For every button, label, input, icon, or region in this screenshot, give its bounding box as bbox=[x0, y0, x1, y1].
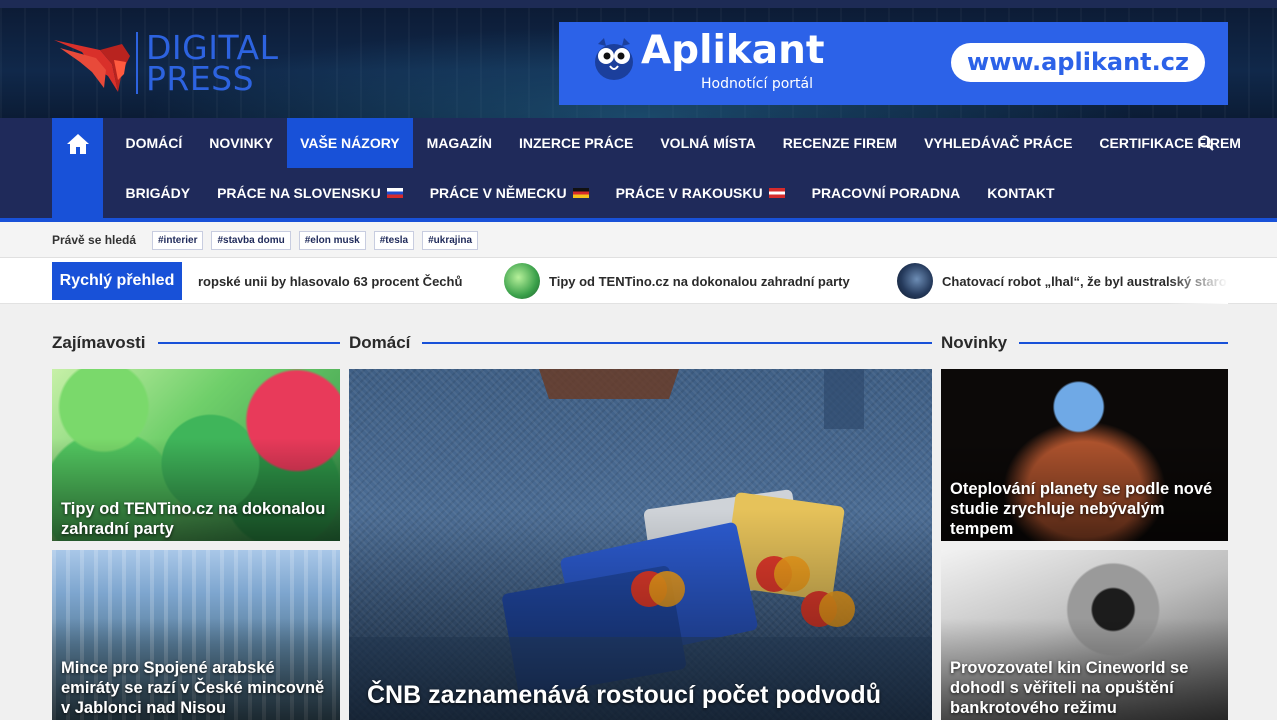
austria-flag-icon bbox=[768, 188, 785, 198]
trending-bar: Právě se hledá #interier #stavba domu #e… bbox=[0, 222, 1277, 258]
tag-link[interactable]: #elon musk bbox=[298, 231, 366, 250]
nav-label: VOLNÁ MÍSTA bbox=[660, 135, 756, 151]
article-title[interactable]: Tipy od TENTino.cz na dokonalou zahradní… bbox=[61, 499, 331, 539]
nav-item-pracovni-poradna[interactable]: PRACOVNÍ PORADNA bbox=[798, 168, 974, 218]
tag-link[interactable]: #stavba domu bbox=[211, 231, 291, 250]
nav-label: DOMÁCÍ bbox=[125, 135, 183, 151]
section-header-novinky: Novinky bbox=[941, 332, 1228, 354]
ticker-thumbnail bbox=[897, 263, 933, 299]
nav-label: PRACOVNÍ PORADNA bbox=[811, 185, 961, 201]
featured-article-card[interactable]: ČNB zaznamenává rostoucí počet podvodů bbox=[349, 369, 932, 720]
section-title: Novinky bbox=[941, 333, 1008, 352]
site-header: DIGITAL PRESS Aplikant Hodnotící portál … bbox=[0, 0, 1277, 118]
home-icon bbox=[66, 134, 89, 154]
article-title[interactable]: Oteplování planety se podle nové studie … bbox=[950, 479, 1219, 539]
nav-item-vase-nazory[interactable]: VAŠE NÁZORY bbox=[286, 118, 414, 168]
header-top-strip bbox=[0, 0, 1277, 8]
nav-item-prace-na-slovensku[interactable]: PRÁCE NA SLOVENSKU bbox=[204, 168, 417, 218]
nav-inner: DOMÁCÍ NOVINKY VAŠE NÁZORY MAGAZÍN INZER… bbox=[52, 118, 1241, 220]
section-underline bbox=[157, 342, 340, 344]
site-logo[interactable]: DIGITAL PRESS bbox=[52, 26, 292, 98]
nav-item-domaci[interactable]: DOMÁCÍ bbox=[112, 118, 196, 168]
aplikant-banner-ad[interactable]: Aplikant Hodnotící portál www.aplikant.c… bbox=[559, 22, 1228, 105]
search-icon[interactable] bbox=[1198, 135, 1214, 151]
section-title: Zajímavosti bbox=[52, 333, 146, 352]
ticker-track: ropské unii by hlasovalo 63 procent Čech… bbox=[196, 258, 1228, 304]
nav-item-kontakt[interactable]: KONTAKT bbox=[974, 168, 1068, 218]
featured-article-title[interactable]: ČNB zaznamenává rostoucí počet podvodů bbox=[367, 680, 923, 710]
banner-subtitle: Hodnotící portál bbox=[701, 76, 813, 92]
tag-link[interactable]: #interier bbox=[152, 231, 204, 250]
section-header-zajimavosti: Zajímavosti bbox=[52, 332, 340, 354]
ticker-item[interactable]: Tipy od TENTino.cz na dokonalou zahradní… bbox=[504, 258, 850, 304]
ticker-thumbnail bbox=[504, 263, 540, 299]
nav-label: PRÁCE V RAKOUSKU bbox=[615, 185, 763, 201]
trending-tags: #interier #stavba domu #elon musk #tesla… bbox=[152, 231, 479, 250]
trending-label: Právě se hledá bbox=[52, 233, 137, 247]
section-title: Domácí bbox=[349, 333, 411, 352]
nav-label: BRIGÁDY bbox=[125, 185, 191, 201]
nav-label: CERTIFIKACE FIREM bbox=[1099, 135, 1241, 151]
germany-flag-icon bbox=[572, 188, 589, 198]
banner-url-pill[interactable]: www.aplikant.cz bbox=[951, 43, 1205, 82]
nav-item-brigady[interactable]: BRIGÁDY bbox=[112, 168, 204, 218]
nav-item-prace-v-nemecku[interactable]: PRÁCE V NĚMECKU bbox=[416, 168, 602, 218]
nav-label: VAŠE NÁZORY bbox=[300, 135, 400, 151]
slovakia-flag-icon bbox=[386, 188, 403, 198]
nav-item-inzerce-prace[interactable]: INZERCE PRÁCE bbox=[505, 118, 646, 168]
ticker-item-text: ropské unii by hlasovalo 63 procent Čech… bbox=[198, 273, 463, 289]
nav-item-prace-v-rakousku[interactable]: PRÁCE V RAKOUSKU bbox=[602, 168, 798, 218]
ticker-fade bbox=[1168, 258, 1228, 304]
section-underline bbox=[422, 342, 932, 344]
nav-item-novinky[interactable]: NOVINKY bbox=[196, 118, 287, 168]
logo-line-2: PRESS bbox=[146, 59, 255, 98]
article-card[interactable]: Tipy od TENTino.cz na dokonalou zahradní… bbox=[52, 369, 340, 541]
nav-item-magazin[interactable]: MAGAZÍN bbox=[413, 118, 505, 168]
nav-label: PRÁCE V NĚMECKU bbox=[429, 185, 567, 201]
ticker-item[interactable]: ropské unii by hlasovalo 63 procent Čech… bbox=[198, 258, 462, 304]
article-card[interactable]: Oteplování planety se podle nové studie … bbox=[941, 369, 1228, 541]
article-title[interactable]: Mince pro Spojené arabské emiráty se raz… bbox=[61, 658, 331, 718]
nav-label: INZERCE PRÁCE bbox=[518, 135, 634, 151]
nav-item-volna-mista[interactable]: VOLNÁ MÍSTA bbox=[647, 118, 769, 168]
nav-item-certifikace-firem[interactable]: CERTIFIKACE FIREM bbox=[1086, 118, 1255, 168]
tag-link[interactable]: #ukrajina bbox=[422, 231, 479, 250]
nav-row-secondary: BRIGÁDY PRÁCE NA SLOVENSKU PRÁCE V NĚMEC… bbox=[112, 168, 1068, 218]
nav-item-vyhledavac-prace[interactable]: VYHLEDÁVAČ PRÁCE bbox=[911, 118, 1086, 168]
main-navigation: DOMÁCÍ NOVINKY VAŠE NÁZORY MAGAZÍN INZER… bbox=[0, 118, 1277, 220]
nav-label: KONTAKT bbox=[987, 185, 1055, 201]
ticker-label: Rychlý přehled bbox=[52, 262, 182, 300]
nav-label: PRÁCE NA SLOVENSKU bbox=[217, 185, 381, 201]
news-ticker: Rychlý přehled ropské unii by hlasovalo … bbox=[0, 258, 1277, 304]
tag-link[interactable]: #tesla bbox=[373, 231, 415, 250]
nav-item-recenze-firem[interactable]: RECENZE FIREM bbox=[769, 118, 910, 168]
nav-row-primary: DOMÁCÍ NOVINKY VAŠE NÁZORY MAGAZÍN INZER… bbox=[112, 118, 1254, 168]
owl-mascot-icon bbox=[595, 38, 633, 80]
article-card[interactable]: Mince pro Spojené arabské emiráty se raz… bbox=[52, 550, 340, 720]
nav-label: RECENZE FIREM bbox=[782, 135, 898, 151]
nav-label: MAGAZÍN bbox=[426, 135, 492, 151]
nav-label: VYHLEDÁVAČ PRÁCE bbox=[924, 135, 1073, 151]
logo-wordmark: DIGITAL PRESS bbox=[136, 31, 279, 98]
home-button[interactable] bbox=[52, 118, 103, 220]
banner-title: Aplikant bbox=[641, 28, 825, 73]
ticker-item-text: Tipy od TENTino.cz na dokonalou zahradní… bbox=[549, 273, 850, 289]
wing-logo-icon bbox=[54, 40, 130, 92]
article-title[interactable]: Provozovatel kin Cineworld se dohodl s v… bbox=[950, 658, 1219, 718]
section-underline bbox=[1019, 342, 1228, 344]
article-card[interactable]: Provozovatel kin Cineworld se dohodl s v… bbox=[941, 550, 1228, 720]
nav-label: NOVINKY bbox=[209, 135, 274, 151]
section-header-domaci: Domácí bbox=[349, 332, 932, 354]
